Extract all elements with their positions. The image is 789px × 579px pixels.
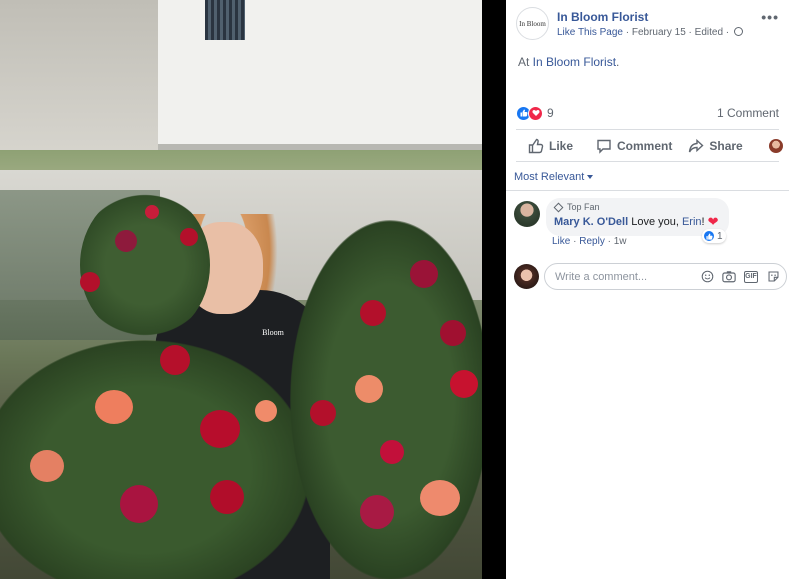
comment-input-box[interactable]: GIF — [544, 263, 787, 290]
post-meta: Like This Page · February 15 · Edited · — [557, 27, 743, 38]
comment-tag-link[interactable]: Erin — [682, 216, 702, 228]
comment-sort-dropdown[interactable]: Most Relevant — [514, 171, 594, 183]
composer-icons: GIF — [692, 270, 780, 284]
commenter-avatar[interactable] — [514, 201, 540, 227]
like-button-label: Like — [549, 138, 574, 153]
rose — [80, 272, 100, 292]
action-bar: Like Comment Share — [516, 129, 789, 162]
comment-age[interactable]: 1w — [614, 236, 627, 247]
divider — [506, 190, 789, 191]
panel-empty-area — [506, 302, 789, 579]
top-fan-label: Top Fan — [567, 202, 600, 212]
comment-reaction-count: 1 — [717, 230, 723, 242]
comment-text: Love you, — [631, 216, 682, 228]
rose — [160, 345, 190, 375]
post-panel: In Bloom In Bloom Florist Like This Page… — [506, 0, 789, 579]
rose — [355, 375, 383, 403]
rose — [255, 400, 277, 422]
post-text-suffix: . — [616, 55, 620, 69]
current-user-avatar — [514, 264, 539, 289]
comment-item: Top Fan Mary K. O'Dell Love you, Erin! ❤… — [506, 197, 789, 252]
comment-input[interactable] — [555, 270, 680, 283]
comment-button[interactable]: Comment — [596, 138, 672, 154]
rose — [310, 400, 336, 426]
reaction-count: 9 — [547, 106, 554, 120]
rose — [30, 450, 64, 482]
comment-bubble: Top Fan Mary K. O'Dell Love you, Erin! ❤ — [546, 198, 729, 236]
rose — [360, 300, 386, 326]
gif-icon[interactable]: GIF — [744, 270, 758, 283]
reaction-as-selector[interactable] — [768, 138, 789, 153]
post-date[interactable]: February 15 — [632, 27, 686, 38]
meta-separator: · — [723, 27, 732, 38]
page-avatar-logo: In Bloom — [519, 19, 546, 28]
rose — [450, 370, 478, 398]
rose — [410, 260, 438, 288]
rose — [420, 480, 460, 516]
heart-emoji-icon: ❤ — [707, 214, 719, 229]
photo-trailer-vent — [205, 0, 245, 40]
comment-count-link[interactable]: 1 Comment — [717, 106, 779, 120]
post-photo[interactable]: Bloom — [0, 0, 482, 579]
top-fan-badge: Top Fan — [553, 202, 719, 212]
rose — [380, 440, 404, 464]
comment-reaction-summary[interactable]: 1 — [702, 229, 726, 243]
like-reaction-icon — [703, 230, 715, 242]
thumbs-up-icon — [528, 138, 544, 153]
meta-separator: · — [685, 27, 695, 38]
comment-reply-link[interactable]: Reply — [579, 236, 605, 247]
location-link[interactable]: In Bloom Florist — [533, 55, 616, 69]
user-avatar-small — [768, 138, 783, 153]
comment-composer: GIF — [506, 262, 789, 294]
more-options-icon[interactable]: ••• — [761, 9, 779, 25]
sticker-icon[interactable] — [766, 270, 780, 284]
post-header: In Bloom In Bloom Florist Like This Page… — [506, 0, 789, 48]
comment-line: Mary K. O'Dell Love you, Erin! ❤ — [554, 214, 719, 230]
chevron-down-icon — [587, 175, 594, 179]
diamond-icon — [553, 202, 564, 212]
comment-author[interactable]: Mary K. O'Dell — [554, 216, 628, 228]
edited-label[interactable]: Edited — [695, 27, 723, 38]
post-text: At In Bloom Florist. — [518, 55, 619, 69]
like-page-link[interactable]: Like This Page — [557, 27, 623, 38]
like-button[interactable]: Like — [528, 138, 573, 154]
rose — [210, 480, 244, 514]
rose — [95, 390, 133, 424]
comment-icon — [597, 139, 611, 154]
share-button[interactable]: Share — [688, 138, 743, 154]
page-name-link[interactable]: In Bloom Florist — [557, 10, 648, 24]
rose — [180, 228, 198, 246]
camera-icon[interactable] — [722, 270, 736, 284]
love-reaction-icon — [528, 105, 543, 121]
rose — [440, 320, 466, 346]
reaction-summary[interactable]: 9 — [516, 105, 554, 121]
rose — [145, 205, 159, 219]
shirt-logo: Bloom — [262, 328, 284, 337]
rose — [115, 230, 137, 252]
sort-label: Most Relevant — [514, 171, 585, 183]
post-text-prefix: At — [518, 55, 533, 69]
comment-button-label: Comment — [617, 138, 673, 153]
share-button-label: Share — [709, 138, 743, 153]
rose — [360, 495, 394, 529]
emoji-icon[interactable] — [700, 270, 714, 284]
comment-like-link[interactable]: Like — [552, 236, 570, 247]
meta-separator: · — [622, 27, 632, 38]
comment-text-end: ! — [701, 216, 705, 228]
rose — [200, 410, 240, 448]
comment-actions: Like · Reply · 1w — [552, 236, 627, 247]
rose — [120, 485, 158, 523]
globe-icon[interactable] — [733, 27, 743, 36]
page-avatar[interactable]: In Bloom — [516, 7, 549, 40]
share-icon — [689, 138, 704, 152]
